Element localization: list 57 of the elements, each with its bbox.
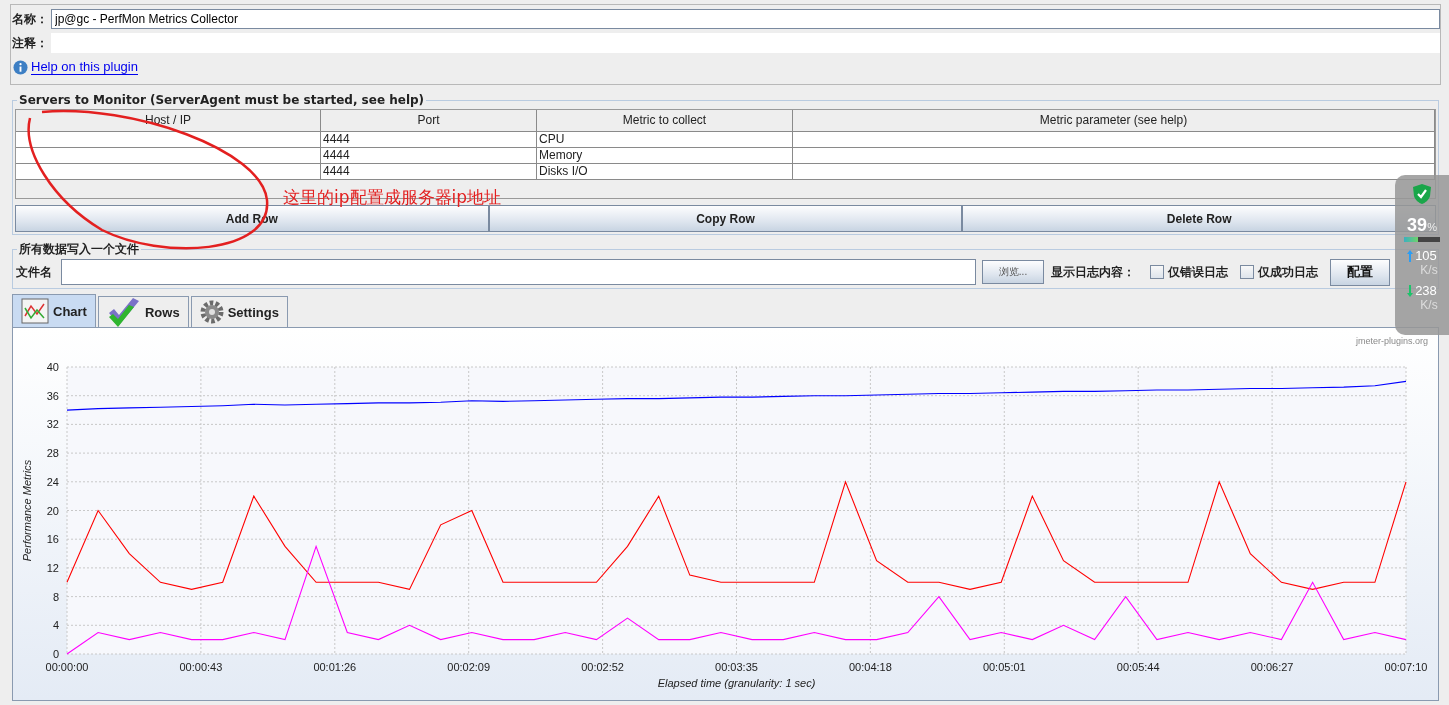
line-chart-icon — [21, 298, 49, 324]
row-button[interactable]: Copy Row — [488, 205, 963, 232]
group-title: 所有数据写入一个文件 — [18, 241, 140, 258]
chart-watermark: jmeter-plugins.org — [1355, 336, 1428, 346]
checkbox-label: 仅成功日志 — [1258, 263, 1318, 281]
y-tick-label: 16 — [46, 533, 59, 546]
x-tick-label: 00:05:01 — [982, 661, 1026, 673]
gear-icon — [199, 300, 224, 324]
filename-field[interactable] — [61, 259, 976, 285]
shield-check-icon — [1412, 183, 1432, 205]
x-tick-label: 00:00:43 — [179, 661, 223, 673]
tab[interactable]: Chart — [12, 294, 96, 327]
percent-unit: % — [1427, 221, 1437, 233]
checkbox[interactable] — [1150, 265, 1164, 279]
y-axis-title: Performance Metrics — [21, 459, 33, 562]
upload-rate: 105 — [1415, 248, 1437, 263]
group-title: Servers to Monitor (ServerAgent must be started, see help) — [18, 93, 426, 107]
x-axis-title: Elapsed time (granularity: 1 sec) — [657, 677, 816, 689]
download-rate: 238 — [1415, 283, 1437, 298]
x-tick-label: 00:07:10 — [1384, 661, 1428, 673]
log-label: 显示日志内容： — [1050, 263, 1136, 281]
table-cell: Disks I/O — [537, 164, 793, 180]
filename-label: 文件名 — [15, 263, 53, 281]
x-tick-label: 00:05:44 — [1116, 661, 1160, 673]
y-tick-label: 36 — [46, 389, 59, 402]
comment-label: 注释： — [11, 34, 49, 52]
y-tick-label: 24 — [46, 475, 59, 488]
checkbox[interactable] — [1240, 265, 1254, 279]
y-tick-label: 28 — [46, 447, 59, 460]
x-tick-label: 00:06:27 — [1250, 661, 1294, 673]
name-field[interactable]: jp@gc - PerfMon Metrics Collector — [51, 9, 1440, 29]
table-cell: 4444 — [321, 164, 537, 180]
x-tick-label: 00:01:26 — [313, 661, 357, 673]
browse-button[interactable]: 浏览... — [982, 260, 1044, 284]
y-tick-label: 20 — [46, 504, 59, 517]
name-label: 名称： — [11, 10, 49, 28]
tab[interactable]: Rows — [97, 296, 189, 327]
config-button[interactable]: 配置 — [1330, 258, 1390, 286]
info-icon — [13, 59, 28, 75]
y-tick-label: 32 — [46, 418, 59, 431]
y-tick-label: 12 — [46, 561, 59, 574]
checkbox-label: 仅错误日志 — [1168, 263, 1228, 281]
help-link[interactable]: Help on this plugin — [31, 59, 138, 75]
y-tick-label: 40 — [46, 361, 59, 373]
y-tick-label: 8 — [52, 590, 59, 603]
checkmark-icon — [106, 297, 141, 327]
x-tick-label: 00:02:52 — [581, 661, 624, 673]
y-tick-label: 0 — [52, 648, 59, 660]
x-tick-label: 00:02:09 — [447, 661, 491, 673]
down-arrow-icon — [1407, 284, 1414, 297]
comment-field[interactable] — [51, 33, 1440, 53]
x-tick-label: 00:03:35 — [715, 661, 758, 673]
up-arrow-icon — [1407, 249, 1414, 262]
x-tick-label: 00:04:18 — [849, 661, 892, 673]
tab[interactable]: Settings — [190, 296, 288, 327]
x-tick-label: 00:00:00 — [45, 661, 89, 673]
y-tick-label: 4 — [52, 619, 59, 632]
